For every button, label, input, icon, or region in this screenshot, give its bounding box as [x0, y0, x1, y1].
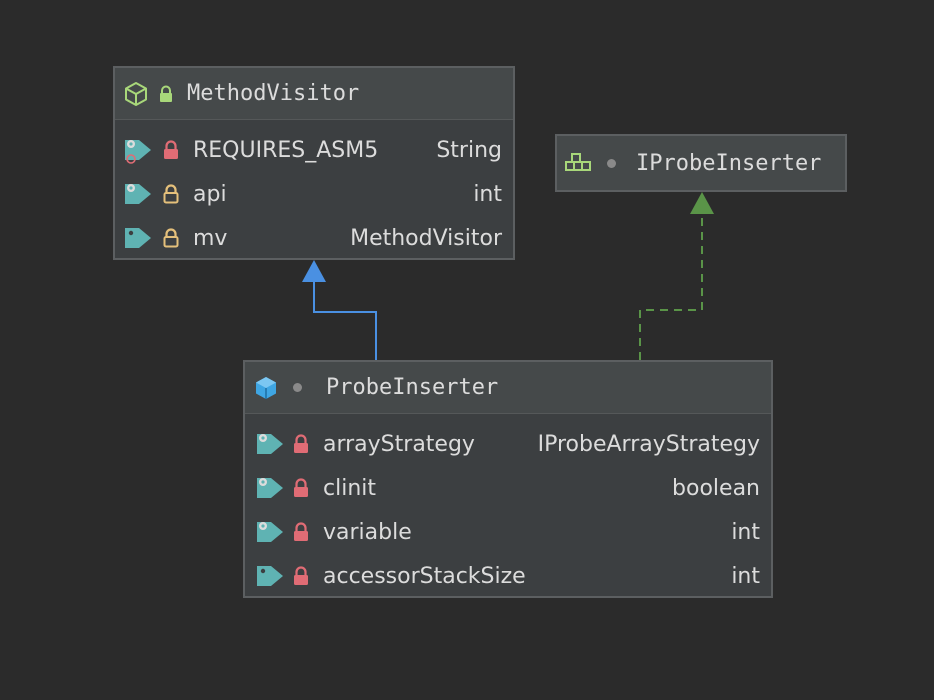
- field-row[interactable]: mv MethodVisitor: [115, 216, 513, 260]
- interface-title: IProbeInserter: [636, 150, 822, 176]
- field-type: String: [436, 137, 502, 163]
- field-name: variable: [323, 519, 412, 545]
- field-type: int: [473, 181, 502, 207]
- static-field-tag-icon: [123, 136, 153, 164]
- package-visibility-dot-icon: [607, 158, 616, 168]
- class-icon: [253, 375, 279, 401]
- field-type: boolean: [672, 475, 760, 501]
- field-tag-icon: [255, 430, 285, 458]
- class-node-probe-inserter[interactable]: ProbeInserter arrayStrategy IProbeArrayS…: [243, 360, 773, 598]
- field-name: REQUIRES_ASM5: [193, 137, 379, 163]
- protected-lock-icon: [163, 184, 179, 204]
- private-lock-icon: [293, 566, 309, 586]
- field-tag-icon: [255, 518, 285, 546]
- field-name: mv: [193, 225, 228, 251]
- class-header: ProbeInserter: [245, 362, 771, 414]
- field-name: arrayStrategy: [323, 431, 475, 457]
- field-tag-icon: [123, 180, 153, 208]
- class-node-method-visitor[interactable]: MethodVisitor REQUIRES_ASM5 String api i…: [113, 66, 515, 260]
- field-list: arrayStrategy IProbeArrayStrategy clinit…: [245, 414, 771, 598]
- field-type: IProbeArrayStrategy: [537, 431, 760, 457]
- package-visibility-dot-icon: [293, 383, 302, 392]
- field-tag-icon: [255, 562, 285, 590]
- field-row[interactable]: clinit boolean: [245, 466, 771, 510]
- private-lock-icon: [293, 522, 309, 542]
- field-name: clinit: [323, 475, 377, 501]
- field-name: api: [193, 181, 227, 207]
- interface-node-iprobe-inserter[interactable]: IProbeInserter: [555, 134, 847, 192]
- interface-header: IProbeInserter: [557, 136, 845, 190]
- extends-edge-line: [313, 282, 377, 360]
- class-title: ProbeInserter: [326, 375, 499, 400]
- abstract-class-icon: [123, 81, 149, 107]
- field-list: REQUIRES_ASM5 String api int mv MethodVi…: [115, 120, 513, 260]
- field-row[interactable]: arrayStrategy IProbeArrayStrategy: [245, 422, 771, 466]
- public-lock-icon: [159, 85, 173, 103]
- implements-edge-line: [639, 214, 703, 360]
- extends-arrowhead: [302, 260, 326, 282]
- protected-lock-icon: [163, 228, 179, 248]
- field-row[interactable]: REQUIRES_ASM5 String: [115, 128, 513, 172]
- field-type: int: [731, 563, 760, 589]
- field-tag-icon: [123, 224, 153, 252]
- field-type: int: [731, 519, 760, 545]
- field-row[interactable]: accessorStackSize int: [245, 554, 771, 598]
- field-row[interactable]: api int: [115, 172, 513, 216]
- class-header: MethodVisitor: [115, 68, 513, 120]
- private-lock-icon: [293, 478, 309, 498]
- uml-class-diagram: MethodVisitor REQUIRES_ASM5 String api i…: [0, 0, 934, 700]
- private-lock-icon: [163, 140, 179, 160]
- field-type: MethodVisitor: [350, 225, 502, 251]
- private-lock-icon: [293, 434, 309, 454]
- implements-arrowhead: [690, 192, 714, 214]
- field-tag-icon: [255, 474, 285, 502]
- field-name: accessorStackSize: [323, 563, 526, 589]
- interface-icon: [563, 151, 595, 175]
- class-title: MethodVisitor: [187, 81, 360, 106]
- field-row[interactable]: variable int: [245, 510, 771, 554]
